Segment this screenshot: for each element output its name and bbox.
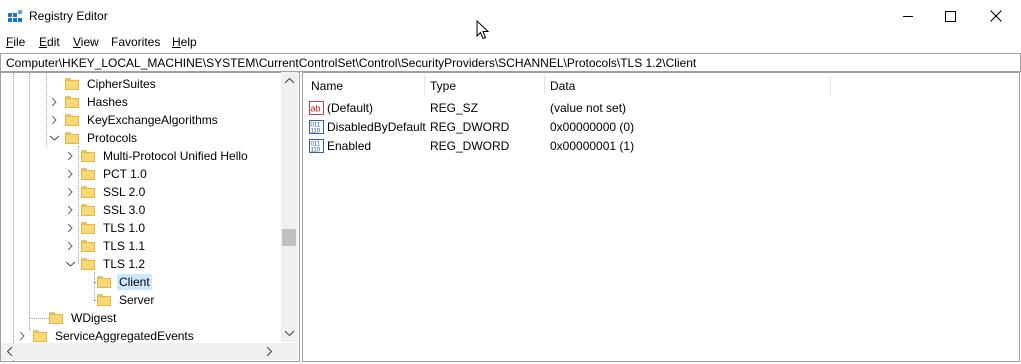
chevron-right-icon[interactable]: [49, 111, 59, 129]
close-button[interactable]: [973, 0, 1018, 32]
column-header-type[interactable]: Type: [430, 79, 456, 93]
maximize-icon: [945, 10, 956, 22]
scroll-right-icon[interactable]: [266, 347, 272, 356]
tree-node-tls-1-2[interactable]: TLS 1.2: [65, 255, 147, 273]
scroll-up-icon[interactable]: [285, 78, 294, 84]
folder-icon: [81, 168, 95, 180]
column-header-data[interactable]: Data: [550, 79, 575, 93]
folder-icon: [65, 114, 79, 126]
tree-node-tls-1-0[interactable]: TLS 1.0: [65, 219, 147, 237]
svg-text:110: 110: [311, 148, 321, 154]
folder-icon: [65, 78, 79, 90]
menu-favorites[interactable]: Favorites: [111, 35, 160, 49]
tree-node-tls-1-1[interactable]: TLS 1.1: [65, 237, 147, 255]
chevron-right-icon[interactable]: [65, 219, 75, 237]
tree-node-ssl-2-0[interactable]: SSL 2.0: [65, 183, 147, 201]
tree-connector-line: [13, 73, 14, 361]
folder-icon: [97, 294, 111, 306]
maximize-button[interactable]: [928, 0, 973, 32]
string-value-icon: ab: [309, 101, 324, 115]
folder-icon: [33, 330, 47, 342]
value-type: REG_DWORD: [430, 120, 510, 134]
key-tree-pane[interactable]: CipherSuites Hashes KeyExchangeAlgorithm…: [0, 72, 300, 362]
chevron-right-icon[interactable]: [49, 93, 59, 111]
chevron-right-icon[interactable]: [65, 237, 75, 255]
value-name: Enabled: [327, 139, 372, 153]
folder-icon: [81, 222, 95, 234]
table-row[interactable]: 011 110 Enabled REG_DWORD 0x00000001 (1): [303, 137, 1019, 156]
tree-scroll-thumb[interactable]: [282, 229, 296, 246]
folder-icon: [81, 204, 95, 216]
table-row[interactable]: 011 110 DisabledByDefault REG_DWORD 0x00…: [303, 118, 1019, 137]
close-icon: [989, 10, 1002, 22]
address-bar[interactable]: Computer\HKEY_LOCAL_MACHINE\SYSTEM\Curre…: [0, 53, 1021, 72]
folder-icon: [65, 132, 79, 144]
chevron-right-icon[interactable]: [65, 165, 75, 183]
value-data: 0x00000001 (1): [550, 139, 635, 153]
value-type: REG_SZ: [430, 101, 479, 115]
column-separator[interactable]: [544, 75, 545, 95]
binary-value-icon: 011 110: [309, 120, 324, 134]
svg-text:ab: ab: [311, 104, 321, 114]
menu-file[interactable]: File: [6, 35, 25, 49]
tree-connector-line: [46, 73, 47, 146]
tree-node-server[interactable]: Server: [81, 291, 156, 309]
folder-icon: [65, 96, 79, 108]
chevron-right-icon[interactable]: [65, 147, 75, 165]
folder-icon: [81, 150, 95, 162]
tree-connector-line: [29, 73, 30, 331]
tree-horizontal-scrollbar[interactable]: [1, 343, 298, 360]
tree-vertical-scrollbar[interactable]: [281, 72, 298, 342]
folder-icon: [81, 186, 95, 198]
tree-node-keyexchangealgorithms[interactable]: KeyExchangeAlgorithms: [49, 111, 220, 129]
column-separator[interactable]: [424, 75, 425, 95]
tree-node-protocols[interactable]: Protocols: [49, 129, 139, 147]
value-data: (value not set): [550, 101, 627, 115]
menu-help[interactable]: Help: [172, 35, 197, 49]
tree-node-pct-1-0[interactable]: PCT 1.0: [65, 165, 149, 183]
chevron-down-icon[interactable]: [65, 255, 75, 273]
svg-text:110: 110: [311, 129, 321, 135]
address-path: Computer\HKEY_LOCAL_MACHINE\SYSTEM\Curre…: [6, 56, 697, 70]
tree-node-ssl-3-0[interactable]: SSL 3.0: [65, 201, 147, 219]
folder-icon: [49, 312, 63, 324]
chevron-right-icon[interactable]: [65, 183, 75, 201]
menu-edit[interactable]: Edit: [39, 35, 60, 49]
tree-node-hashes[interactable]: Hashes: [49, 93, 130, 111]
tree-node-multi-protocol-unified-hello[interactable]: Multi-Protocol Unified Hello: [65, 147, 250, 165]
values-list-pane[interactable]: Name Type Data ab (Default) REG_SZ (valu…: [302, 72, 1020, 362]
folder-icon: [81, 240, 95, 252]
minimize-icon: [903, 15, 913, 17]
folder-icon: [97, 276, 111, 288]
value-data: 0x00000000 (0): [550, 120, 635, 134]
scroll-down-icon[interactable]: [285, 330, 294, 336]
binary-value-icon: 011 110: [309, 139, 324, 153]
scroll-left-icon[interactable]: [7, 347, 13, 356]
title-bar: Registry Editor: [0, 0, 1021, 32]
value-name: DisabledByDefault: [327, 120, 426, 134]
chevron-down-icon[interactable]: [49, 129, 59, 147]
table-row[interactable]: ab (Default) REG_SZ (value not set): [303, 99, 1019, 118]
folder-icon: [81, 258, 95, 270]
minimize-button[interactable]: [886, 0, 931, 32]
mouse-cursor-icon: [476, 20, 490, 40]
window-title: Registry Editor: [29, 9, 108, 23]
column-separator[interactable]: [830, 75, 831, 95]
tree-node-client[interactable]: Client: [81, 273, 152, 291]
column-header-name[interactable]: Name: [311, 79, 343, 93]
value-type: REG_DWORD: [430, 139, 510, 153]
value-name: (Default): [327, 101, 374, 115]
registry-editor-icon: [8, 10, 23, 22]
menu-view[interactable]: View: [73, 35, 99, 49]
chevron-right-icon[interactable]: [65, 201, 75, 219]
tree-node-wdigest[interactable]: WDigest: [33, 309, 118, 327]
tree-node-ciphersuites[interactable]: CipherSuites: [49, 75, 158, 93]
